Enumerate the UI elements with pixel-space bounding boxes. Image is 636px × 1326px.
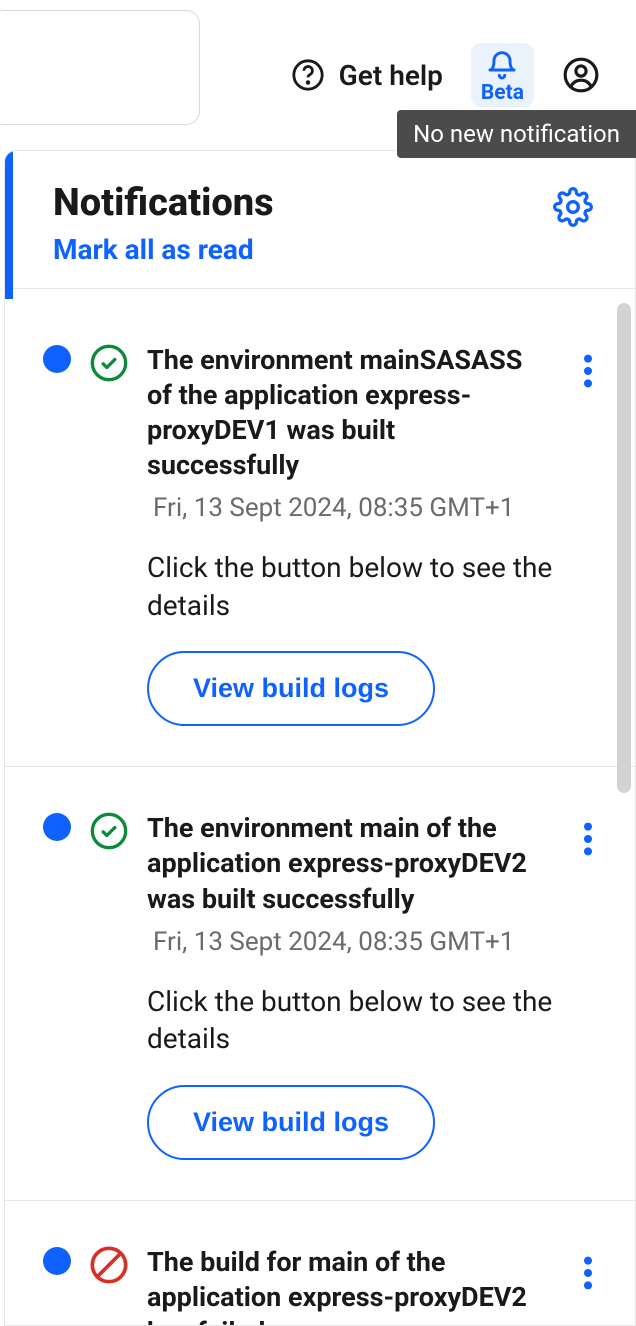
unread-dot bbox=[43, 1247, 71, 1275]
notification-item: The environment main of the application … bbox=[5, 767, 635, 1200]
notification-menu-button[interactable] bbox=[571, 347, 605, 395]
mark-all-read-button[interactable]: Mark all as read bbox=[53, 233, 274, 266]
search-box[interactable] bbox=[0, 10, 200, 125]
notification-time: Fri, 13 Sept 2024, 08:35 GMT+1 bbox=[147, 927, 553, 957]
notifications-tooltip: No new notification bbox=[397, 110, 636, 158]
notification-body: The environment mainSASASS of the applic… bbox=[147, 343, 553, 726]
view-logs-button[interactable]: View build logs bbox=[147, 1085, 435, 1160]
notification-time: Fri, 13 Sept 2024, 08:35 GMT+1 bbox=[147, 493, 553, 523]
unread-dot bbox=[43, 813, 71, 841]
get-help-button[interactable]: Get help bbox=[291, 58, 443, 92]
beta-badge: Beta bbox=[481, 81, 524, 105]
view-logs-button[interactable]: View build logs bbox=[147, 651, 435, 726]
notification-item: The build for main of the application ex… bbox=[5, 1201, 635, 1325]
notification-title: The environment main of the application … bbox=[147, 811, 553, 916]
notifications-list: The environment mainSASASS of the applic… bbox=[5, 299, 635, 1325]
notification-item: The environment mainSASASS of the applic… bbox=[5, 299, 635, 767]
success-icon bbox=[89, 343, 129, 383]
help-icon bbox=[291, 58, 325, 92]
notification-body: The environment main of the application … bbox=[147, 811, 553, 1159]
bell-icon bbox=[485, 49, 519, 83]
panel-accent bbox=[5, 151, 13, 299]
get-help-label: Get help bbox=[339, 59, 443, 92]
user-avatar-button[interactable] bbox=[562, 56, 600, 94]
notification-title: The build for main of the application ex… bbox=[147, 1245, 553, 1325]
panel-header: Notifications Mark all as read bbox=[5, 151, 635, 289]
notification-desc: Click the button below to see the detail… bbox=[147, 983, 553, 1055]
notifications-settings-button[interactable] bbox=[551, 185, 595, 229]
unread-dot bbox=[43, 345, 71, 373]
notification-title: The environment mainSASASS of the applic… bbox=[147, 343, 553, 483]
notifications-panel: Notifications Mark all as read The envir… bbox=[4, 150, 636, 1326]
notification-menu-button[interactable] bbox=[571, 1249, 605, 1297]
notification-menu-button[interactable] bbox=[571, 815, 605, 863]
notification-desc: Click the button below to see the detail… bbox=[147, 549, 553, 621]
notifications-bell-button[interactable]: Beta bbox=[471, 43, 534, 107]
scrollbar[interactable] bbox=[617, 303, 631, 793]
error-icon bbox=[89, 1245, 129, 1285]
notification-body: The build for main of the application ex… bbox=[147, 1245, 553, 1325]
panel-title: Notifications bbox=[53, 181, 274, 225]
success-icon bbox=[89, 811, 129, 851]
